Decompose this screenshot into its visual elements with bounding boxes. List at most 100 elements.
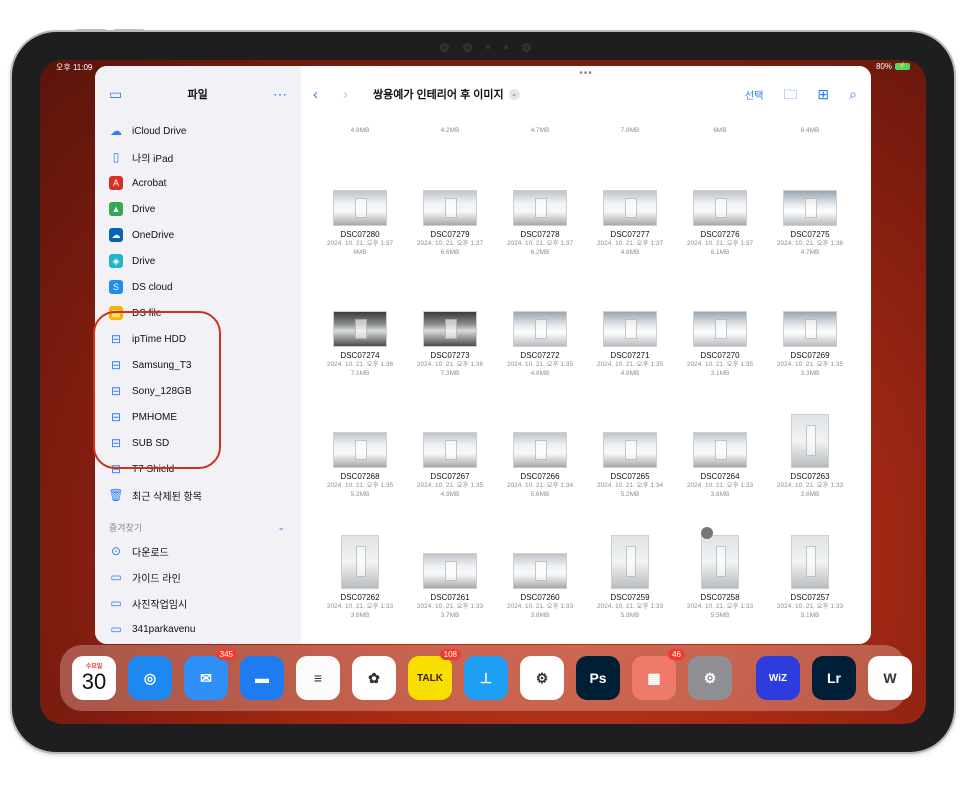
- file-thumbnail[interactable]: [603, 432, 657, 468]
- location-item[interactable]: S DS cloud: [95, 274, 301, 300]
- kakaotalk-app-icon[interactable]: TALK 108: [408, 649, 461, 700]
- file-thumbnail[interactable]: [423, 311, 477, 347]
- favorite-item-label: 다운로드: [132, 547, 169, 559]
- file-thumbnail[interactable]: [513, 190, 567, 226]
- settings-app-icon[interactable]: ⚙: [688, 656, 732, 700]
- file-item[interactable]: DSC07275 2024. 10. 21. 오후 1:36 4.7MB: [765, 182, 855, 257]
- file-thumbnail[interactable]: [333, 432, 387, 468]
- file-thumbnail[interactable]: [603, 190, 657, 226]
- mail-app-icon[interactable]: ✉ 345: [184, 649, 237, 700]
- battery-icon: ⚡: [895, 63, 910, 70]
- chevron-down-icon[interactable]: ⌄: [508, 88, 520, 100]
- file-item[interactable]: DSC07274 2024. 10. 21. 오후 1:36 7.1MB: [315, 303, 405, 378]
- file-date: 2024. 10. 21. 오후 1:35: [506, 361, 574, 368]
- location-item[interactable]: ☁ OneDrive: [95, 222, 301, 248]
- favorite-item-label: 341parkavenu: [132, 623, 196, 635]
- file-item[interactable]: DSC07277 2024. 10. 21. 오후 1:37 4.8MB: [585, 182, 675, 257]
- location-item[interactable]: ☁ iCloud Drive: [95, 118, 301, 144]
- location-item[interactable]: ▲ Drive: [95, 196, 301, 222]
- file-thumbnail[interactable]: [333, 311, 387, 347]
- file-item[interactable]: DSC07262 2024. 10. 21. 오후 1:33 3.6MB: [315, 535, 405, 620]
- file-thumbnail[interactable]: [791, 414, 829, 468]
- file-thumbnail[interactable]: [341, 535, 379, 589]
- file-thumbnail[interactable]: [611, 535, 649, 589]
- forward-icon[interactable]: ›: [343, 86, 373, 103]
- file-item[interactable]: DSC07273 2024. 10. 21. 오후 1:36 7.3MB: [405, 303, 495, 378]
- file-item[interactable]: DSC07271 2024. 10. 21. 오후 1:35 4.8MB: [585, 303, 675, 378]
- location-item[interactable]: A Acrobat: [95, 170, 301, 196]
- search-icon[interactable]: ⌕: [849, 87, 857, 101]
- file-item[interactable]: DSC07270 2024. 10. 21. 오후 1:35 3.1MB: [675, 303, 765, 378]
- kakaotalk-glyph: TALK: [417, 672, 443, 684]
- location-item[interactable]: ▯ 나의 iPad: [95, 144, 301, 170]
- file-thumbnail[interactable]: [693, 190, 747, 226]
- file-thumbnail[interactable]: [693, 311, 747, 347]
- file-item[interactable]: DSC07264 2024. 10. 21. 오후 1:33 3.8MB: [675, 424, 765, 499]
- word-app-icon[interactable]: W: [868, 656, 912, 700]
- file-thumbnail[interactable]: [333, 190, 387, 226]
- file-size-label: 4.7MB: [530, 127, 550, 134]
- sidebar-toggle-icon[interactable]: ▭: [109, 87, 122, 101]
- wiz-app-icon[interactable]: WiZ: [756, 656, 800, 700]
- file-thumbnail[interactable]: [603, 311, 657, 347]
- folder-title[interactable]: 쌍용예가 인테리어 후 이미지 ⌄: [373, 86, 520, 102]
- files-app-icon[interactable]: ▬: [240, 656, 284, 700]
- file-thumbnail[interactable]: [513, 553, 567, 589]
- file-thumbnail[interactable]: [701, 535, 739, 589]
- file-item[interactable]: DSC07276 2024. 10. 21. 오후 1:37 6.1MB: [675, 182, 765, 257]
- camera-icon: [462, 42, 472, 52]
- favorite-item[interactable]: ⊙ 다운로드: [95, 538, 301, 564]
- grid-view-icon[interactable]: ⊞: [817, 87, 829, 101]
- file-item[interactable]: DSC07263 2024. 10. 21. 오후 1:33 3.6MB: [765, 414, 855, 499]
- new-folder-icon[interactable]: 🗀: [783, 87, 797, 101]
- file-thumbnail[interactable]: [423, 432, 477, 468]
- file-item[interactable]: DSC07268 2024. 10. 21. 오후 1:35 5.2MB: [315, 424, 405, 499]
- file-item[interactable]: DSC07261 2024. 10. 21. 오후 1:33 3.7MB: [405, 545, 495, 620]
- photos-app-icon[interactable]: ✿: [352, 656, 396, 700]
- thumbnail-frame: [405, 424, 495, 468]
- file-thumbnail[interactable]: [783, 190, 837, 226]
- file-thumbnail[interactable]: [783, 311, 837, 347]
- lightroom-app-icon[interactable]: Lr: [812, 656, 856, 700]
- calendar-app-icon[interactable]: 수요일 30: [72, 656, 116, 700]
- keynote-app-icon[interactable]: ⊥: [464, 656, 508, 700]
- location-item[interactable]: 🗑 최근 삭제된 항목: [95, 482, 301, 508]
- file-item[interactable]: DSC07280 2024. 10. 21. 오후 1:37 6MB: [315, 182, 405, 257]
- file-date: 2024. 10. 21. 오후 1:36: [326, 361, 394, 368]
- favorite-item[interactable]: ▭ 사진작업임시: [95, 590, 301, 616]
- file-item[interactable]: DSC07257 2024. 10. 21. 오후 1:33 5.1MB: [765, 535, 855, 620]
- file-item[interactable]: DSC07267 2024. 10. 21. 오후 1:35 4.9MB: [405, 424, 495, 499]
- file-item[interactable]: DSC07265 2024. 10. 21. 오후 1:34 5.2MB: [585, 424, 675, 499]
- sensor-icon: [503, 45, 508, 49]
- file-item[interactable]: DSC07266 2024. 10. 21. 오후 1:34 5.6MB: [495, 424, 585, 499]
- location-item[interactable]: ◈ Drive: [95, 248, 301, 274]
- notes-app-icon[interactable]: ≡: [296, 656, 340, 700]
- favorites-section-header[interactable]: 즐겨찾기 ⌄: [95, 508, 301, 538]
- photoshop-app-icon[interactable]: Ps: [576, 656, 620, 700]
- favorite-item[interactable]: ▭ 가이드 라인: [95, 564, 301, 590]
- chevron-down-icon[interactable]: ⌄: [277, 522, 285, 532]
- location-item-label: iCloud Drive: [132, 125, 187, 137]
- red-annotation-outline: [93, 311, 221, 469]
- more-options-icon[interactable]: ⋯: [273, 87, 287, 101]
- file-thumbnail[interactable]: [791, 535, 829, 589]
- file-thumbnail[interactable]: [513, 311, 567, 347]
- file-thumbnail[interactable]: [513, 432, 567, 468]
- file-item[interactable]: DSC07269 2024. 10. 21. 오후 1:35 3.3MB: [765, 303, 855, 378]
- file-item[interactable]: DSC07258 2024. 10. 21. 오후 1:33 5.5MB: [675, 535, 765, 620]
- back-icon[interactable]: ‹: [313, 86, 343, 103]
- file-item[interactable]: DSC07260 2024. 10. 21. 오후 1:33 3.8MB: [495, 545, 585, 620]
- select-button[interactable]: 선택: [745, 87, 763, 102]
- file-thumbnail[interactable]: [423, 190, 477, 226]
- file-item[interactable]: DSC07272 2024. 10. 21. 오후 1:35 4.8MB: [495, 303, 585, 378]
- file-item[interactable]: DSC07259 2024. 10. 21. 오후 1:33 5.8MB: [585, 535, 675, 620]
- file-thumbnail[interactable]: [423, 553, 477, 589]
- app-folder-app-icon[interactable]: ▦ 46: [632, 649, 685, 700]
- sidebar-header: ▭ 파일 ⋯: [95, 66, 301, 118]
- file-item[interactable]: DSC07279 2024. 10. 21. 오후 1:37 6.6MB: [405, 182, 495, 257]
- file-item[interactable]: DSC07278 2024. 10. 21. 오후 1:37 6.2MB: [495, 182, 585, 257]
- favorite-item[interactable]: ▭ 341parkavenu: [95, 616, 301, 642]
- file-thumbnail[interactable]: [693, 432, 747, 468]
- chatgpt-app-icon[interactable]: ⚙: [520, 656, 564, 700]
- safari-app-icon[interactable]: ◎: [128, 656, 172, 700]
